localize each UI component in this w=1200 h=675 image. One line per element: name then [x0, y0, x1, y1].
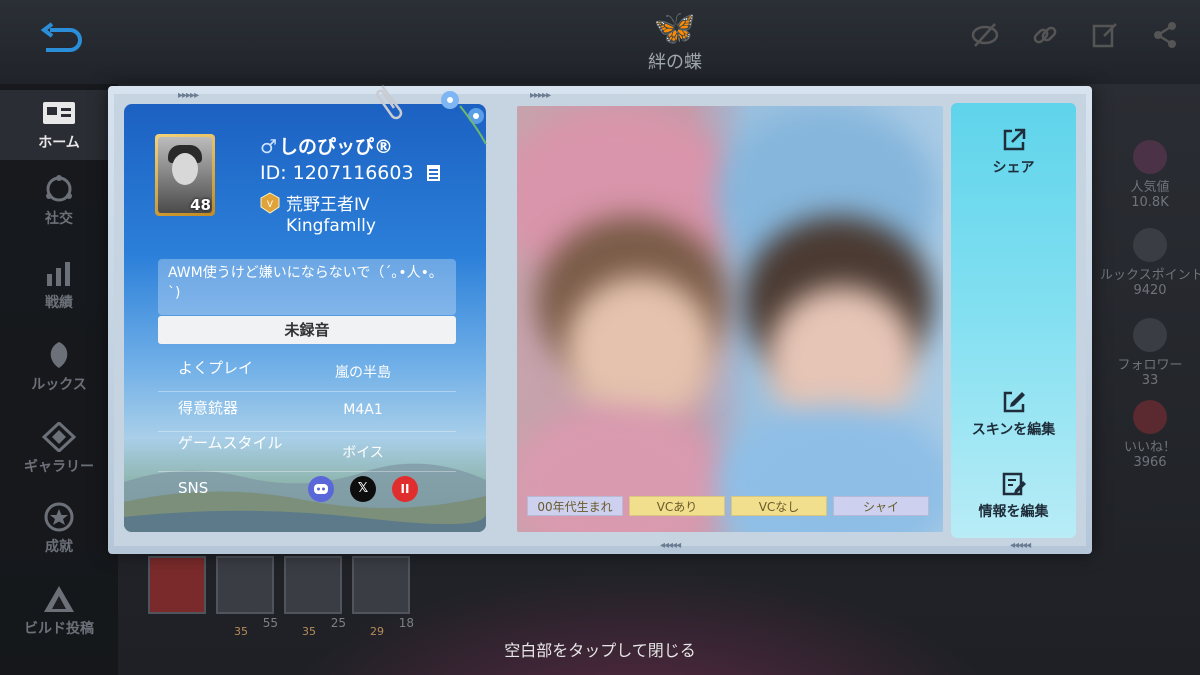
sidebar: ホーム 社交 戦績 ルックス ギャラリー 成就 ビルド投稿 [0, 84, 118, 675]
rank-name: 荒野王者Ⅳ [286, 195, 370, 215]
sidebar-item-gallery[interactable]: ギャラリー [0, 422, 118, 492]
info-row-sns: SNS 𝕏 II [158, 472, 456, 512]
link-icon[interactable] [1030, 20, 1060, 50]
sidebar-item-achievement[interactable]: 成就 [0, 502, 118, 572]
avatar-level: 48 [190, 196, 211, 214]
rank-row: V 荒野王者Ⅳ [260, 190, 370, 215]
share-external-icon [1003, 128, 1025, 151]
sns-icons: 𝕏 II [308, 476, 418, 502]
edit-info-icon [1002, 472, 1026, 496]
share-button[interactable]: シェア [951, 127, 1076, 177]
build-post-icon [44, 586, 74, 612]
tag-chip: VCなし [731, 496, 827, 516]
player-id: ID: 1207116603 [260, 162, 414, 184]
clan-name: Kingfamlly [286, 216, 376, 236]
avatar-frame[interactable]: 48 [155, 134, 215, 216]
popularity-icon [1133, 140, 1167, 174]
discord-icon[interactable] [308, 476, 334, 502]
achievement-icon [44, 502, 74, 532]
voice-message-button[interactable]: 未録音 [158, 316, 456, 344]
thumbnail-item[interactable]: 55 35 [216, 556, 278, 638]
copy-icon[interactable] [424, 163, 442, 183]
x-icon[interactable]: 𝕏 [350, 476, 376, 502]
male-icon: ♂ [260, 136, 278, 158]
emblem-text: 絆の蝶 [648, 52, 702, 73]
edit-skin-icon [1003, 391, 1025, 413]
stats-icon [47, 262, 70, 286]
flower-icon [441, 91, 487, 145]
sidebar-item-stats[interactable]: 戦績 [0, 258, 118, 328]
info-row-favorite-gun: 得意銃器 M4A1 [158, 392, 456, 432]
sidebar-item-label: ギャラリー [24, 459, 94, 475]
profile-card: 48 ♂ しのぴッぴ® ID: 1207116603 V 荒野王者Ⅳ Kingfa… [124, 104, 486, 532]
sidebar-item-label: ホーム [38, 135, 80, 151]
profile-photo[interactable] [517, 106, 943, 532]
sidebar-item-social[interactable]: 社交 [0, 174, 118, 244]
heart-icon [1133, 400, 1167, 434]
info-row-game-style: ゲームスタイル ボイス [158, 432, 456, 472]
player-name-row: ♂ しのぴッぴ® [260, 132, 393, 159]
bell-icon [1133, 318, 1167, 352]
social-icon [46, 175, 72, 202]
thumbnail-item[interactable]: 18 29 [352, 556, 414, 638]
tag-row: 00年代生まれ VCあり VCなし シャイ [527, 496, 929, 516]
home-card-icon [43, 102, 75, 124]
action-panel: シェア スキンを編集 情報を編集 [951, 103, 1076, 538]
followers-stat: フォロワー 33 [1100, 318, 1200, 388]
top-icon-row [970, 20, 1180, 50]
arrow-decoration: ◂◂◂◂◂ [660, 540, 681, 551]
thumbnail-item[interactable] [148, 556, 206, 614]
looks-points-stat: ルックスポイント 9420 [1100, 228, 1200, 298]
gallery-icon [41, 422, 77, 452]
sidebar-item-label: 成就 [45, 539, 73, 555]
looks-icon [50, 342, 68, 368]
sidebar-item-label: 社交 [45, 211, 73, 227]
svg-text:V: V [267, 200, 274, 210]
close-hint[interactable]: 空白部をタップして閉じる [0, 637, 1200, 661]
tag-chip: シャイ [833, 496, 929, 516]
info-table: よくプレイ 嵐の半島 得意銃器 M4A1 ゲームスタイル ボイス SNS 𝕏 I… [158, 352, 456, 512]
thumbnail-item[interactable]: 25 35 [284, 556, 346, 638]
paperclip-icon [376, 85, 403, 120]
share-icon[interactable] [1150, 20, 1180, 50]
edit-info-button[interactable]: 情報を編集 [951, 471, 1076, 521]
bio-text: AWM使うけど嫌いにならないで（´｡•人•｡`) [158, 259, 456, 315]
popularity-stat: 人気値 10.8K [1100, 140, 1200, 210]
bottom-thumbnail-row: 55 35 25 35 18 29 [148, 556, 414, 638]
player-name: しのぴッぴ® [279, 136, 394, 158]
arrow-decoration: ◂◂◂◂◂ [1010, 540, 1031, 551]
butterfly-icon: 🦋 [653, 8, 697, 48]
hide-icon[interactable] [970, 20, 1000, 50]
sidebar-item-looks[interactable]: ルックス [0, 340, 118, 410]
sidebar-item-home[interactable]: ホーム [0, 90, 118, 160]
arrow-decoration: ▸▸▸▸▸ [530, 90, 551, 101]
looks-points-icon [1133, 228, 1167, 262]
sns-red-icon[interactable]: II [392, 476, 418, 502]
sidebar-item-label: ビルド投稿 [24, 621, 94, 637]
rank-badge-icon: V [260, 191, 280, 214]
likes-stat: いいね！ 3966 [1100, 400, 1200, 470]
sidebar-item-label: ルックス [31, 377, 87, 393]
arrow-decoration: ▸▸▸▸▸ [178, 90, 199, 101]
sidebar-item-label: 戦績 [45, 295, 73, 311]
tag-chip: 00年代生まれ [527, 496, 623, 516]
back-arrow-icon[interactable] [36, 22, 86, 58]
edit-skin-button[interactable]: スキンを編集 [951, 389, 1076, 439]
info-row-favorite-map: よくプレイ 嵐の半島 [158, 352, 456, 392]
player-id-row: ID: 1207116603 [260, 162, 442, 184]
edit-icon[interactable] [1090, 20, 1120, 50]
top-emblem: 🦋 絆の蝶 [600, 8, 750, 86]
tag-chip: VCあり [629, 496, 725, 516]
